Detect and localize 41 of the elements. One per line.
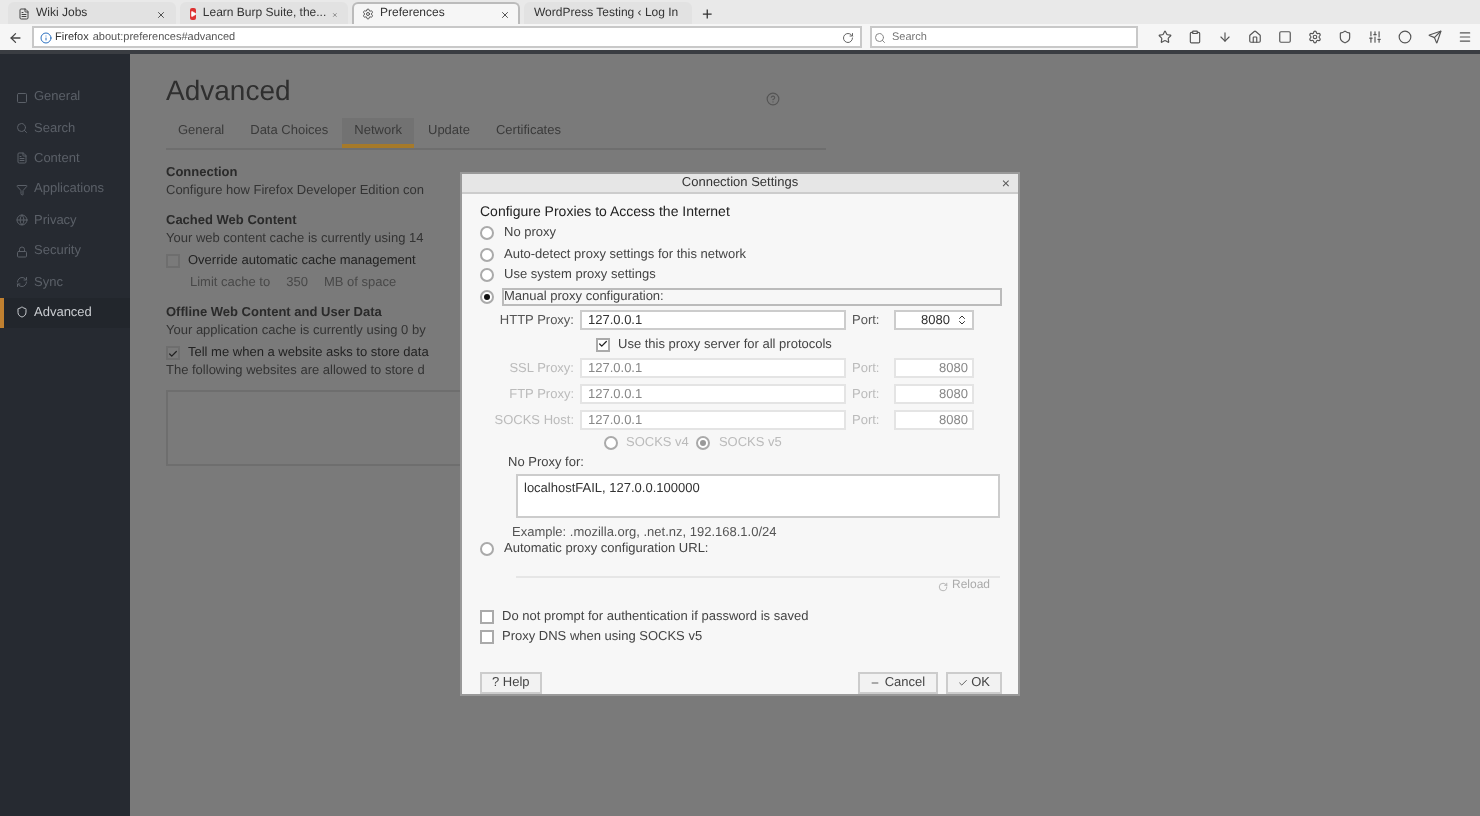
radio-button[interactable] bbox=[480, 289, 494, 304]
search-icon bbox=[16, 122, 28, 135]
document-icon bbox=[18, 8, 30, 20]
globe-icon bbox=[16, 214, 28, 227]
menu-icon[interactable] bbox=[1458, 30, 1472, 44]
radio-button[interactable] bbox=[480, 268, 494, 283]
window-icon[interactable] bbox=[1278, 30, 1292, 44]
sliders-icon[interactable] bbox=[1368, 30, 1382, 44]
lock-icon bbox=[16, 245, 28, 258]
document-icon bbox=[16, 152, 28, 165]
checkbox[interactable] bbox=[480, 609, 494, 624]
new-tab-button[interactable]: + bbox=[696, 4, 719, 24]
check-icon bbox=[957, 678, 968, 688]
info-icon[interactable] bbox=[39, 31, 52, 43]
clipboard-icon[interactable] bbox=[1188, 30, 1202, 44]
gear-icon bbox=[362, 8, 374, 20]
reload-icon[interactable] bbox=[842, 31, 854, 43]
circle-icon[interactable] bbox=[1398, 30, 1412, 44]
radio-button[interactable] bbox=[480, 226, 494, 241]
square-icon bbox=[16, 91, 28, 104]
radio-button[interactable] bbox=[480, 247, 494, 262]
sync-icon bbox=[16, 276, 28, 289]
gear-icon[interactable] bbox=[1308, 30, 1322, 44]
minus-icon bbox=[870, 678, 881, 688]
plane-icon[interactable] bbox=[1428, 30, 1442, 44]
download-icon[interactable] bbox=[1218, 30, 1232, 44]
play-icon bbox=[190, 8, 197, 20]
shield-icon bbox=[16, 306, 28, 319]
page-title: Advanced bbox=[166, 74, 293, 106]
home-icon[interactable] bbox=[1248, 30, 1262, 44]
funnel-icon bbox=[16, 183, 28, 196]
radio-button[interactable] bbox=[604, 436, 618, 450]
reload-icon bbox=[937, 581, 948, 591]
radio-button[interactable] bbox=[696, 436, 711, 450]
checkbox[interactable] bbox=[480, 630, 494, 645]
radio-button[interactable] bbox=[480, 542, 494, 557]
shield-icon[interactable] bbox=[1338, 30, 1352, 44]
checkbox[interactable] bbox=[166, 346, 180, 360]
checkbox[interactable] bbox=[596, 337, 610, 351]
back-icon[interactable] bbox=[8, 29, 24, 45]
star-icon[interactable] bbox=[1158, 30, 1172, 44]
